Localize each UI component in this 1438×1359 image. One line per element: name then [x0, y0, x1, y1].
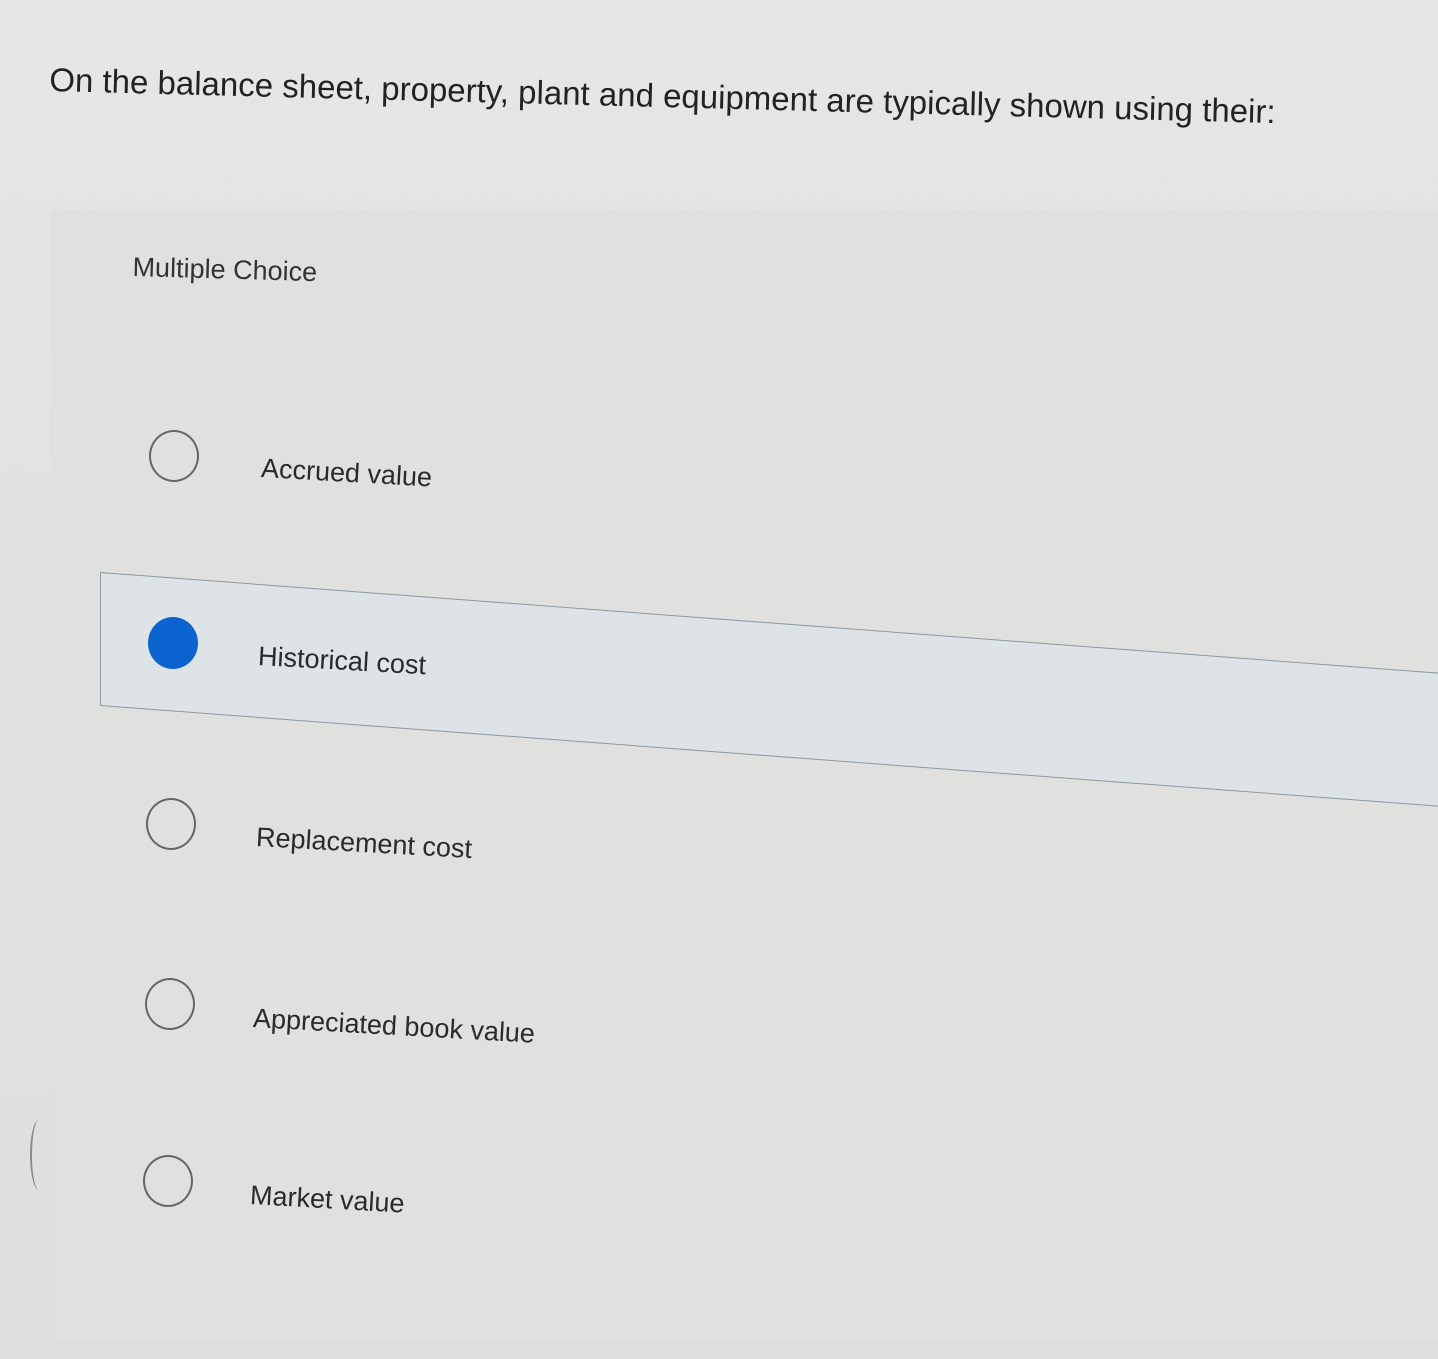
- choice-appreciated-book-value[interactable]: Appreciated book value: [0, 975, 1438, 1049]
- multiple-choice-label: Multiple Choice: [132, 252, 318, 288]
- choice-accrued-value[interactable]: Accrued value: [0, 425, 1438, 495]
- choice-label: Replacement cost: [255, 822, 473, 865]
- choice-label: Market value: [249, 1180, 406, 1219]
- radio-button[interactable]: [145, 978, 195, 1030]
- radio-button-selected[interactable]: [148, 617, 198, 669]
- screen-edge-artifact: [30, 1120, 48, 1190]
- question-text: On the balance sheet, property, plant an…: [48, 60, 1277, 131]
- radio-button[interactable]: [143, 1155, 193, 1207]
- radio-button[interactable]: [149, 430, 199, 482]
- choice-label: Accrued value: [260, 453, 433, 493]
- radio-button[interactable]: [146, 798, 196, 850]
- choice-market-value[interactable]: Market value: [0, 1152, 1438, 1222]
- choice-label: Historical cost: [257, 641, 427, 681]
- choice-replacement-cost[interactable]: Replacement cost: [0, 795, 1438, 865]
- choice-label: Appreciated book value: [252, 1003, 536, 1049]
- choice-historical-cost[interactable]: Historical cost: [0, 615, 1438, 685]
